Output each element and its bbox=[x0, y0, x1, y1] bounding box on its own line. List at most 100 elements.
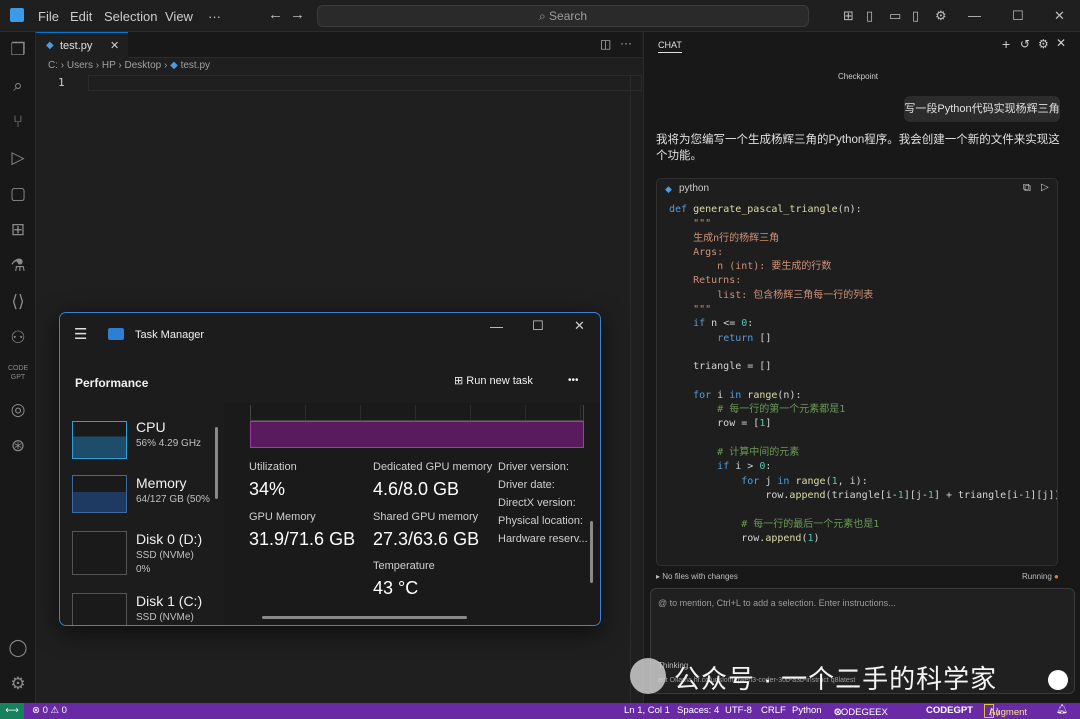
code-line: row.append(1) bbox=[669, 532, 820, 544]
codegpt-status[interactable]: CODEGPT bbox=[926, 705, 973, 716]
breadcrumb-users[interactable]: Users bbox=[67, 60, 93, 71]
code-line: Returns: bbox=[669, 275, 742, 287]
maximize-icon[interactable]: ☐ bbox=[1012, 8, 1024, 24]
disk0-type: SSD (NVMe) bbox=[136, 550, 194, 561]
close-icon[interactable]: ✕ bbox=[1054, 8, 1065, 24]
breadcrumb-desktop[interactable]: Desktop bbox=[125, 60, 162, 71]
chat-close-icon[interactable]: ✕ bbox=[1056, 36, 1066, 50]
tab-close-icon[interactable]: ✕ bbox=[110, 39, 119, 52]
line-endings[interactable]: CRLF bbox=[761, 705, 786, 716]
memory-mini-graph bbox=[72, 475, 127, 513]
wechat-logo-icon bbox=[630, 658, 666, 694]
python-file-icon: ◆ bbox=[170, 60, 178, 71]
encoding[interactable]: UTF-8 bbox=[725, 705, 752, 716]
tm-maximize-icon[interactable]: ☐ bbox=[532, 318, 544, 334]
cursor-position[interactable]: Ln 1, Col 1 bbox=[624, 705, 670, 716]
code-icon[interactable]: ⟨⟩ bbox=[8, 292, 28, 312]
run-debug-icon[interactable]: ▷ bbox=[8, 148, 28, 168]
python-file-icon: ◆ bbox=[665, 184, 672, 194]
tm-close-icon[interactable]: ✕ bbox=[574, 318, 585, 334]
layout-icon[interactable]: ⊞ bbox=[843, 8, 854, 24]
explorer-icon[interactable]: ❐ bbox=[8, 40, 28, 60]
menu-more[interactable]: ··· bbox=[208, 9, 221, 24]
search-icon: ⌕ bbox=[538, 9, 550, 23]
code-line: return [] bbox=[717, 332, 772, 344]
testing-icon[interactable]: ⚗ bbox=[8, 256, 28, 276]
language-mode[interactable]: Python bbox=[792, 705, 822, 716]
chat-settings-icon[interactable]: ⚙ bbox=[1038, 37, 1049, 51]
files-status: ▸ No files with changes bbox=[656, 572, 738, 581]
code-language: python bbox=[679, 183, 710, 194]
checkpoint-label[interactable]: Checkpoint bbox=[838, 72, 878, 81]
code-line: # 每一行的最后一个元素也是1 bbox=[669, 518, 880, 530]
code-line: row.append(triangle[i-1][j-1] + triangle… bbox=[669, 489, 1058, 501]
sidebar-item-memory[interactable]: Memory 64/127 GB (50%) bbox=[60, 463, 210, 513]
editor-scrollbar[interactable] bbox=[630, 76, 642, 703]
files-status-text: No files with changes bbox=[662, 572, 738, 581]
toggle-panel-icon[interactable]: ▭ bbox=[889, 8, 901, 24]
sidebar-scrollbar[interactable] bbox=[215, 427, 218, 499]
add-task-icon: ⊞ bbox=[454, 375, 467, 387]
disk0-mini-graph bbox=[72, 531, 127, 575]
notifications-icon[interactable]: 🔔︎ bbox=[1056, 704, 1068, 715]
copy-icon[interactable]: ⧉ bbox=[1023, 182, 1031, 195]
breadcrumb-drive[interactable]: C: bbox=[48, 60, 58, 71]
history-icon[interactable]: ↺ bbox=[1020, 37, 1030, 51]
code-line: if i > 0: bbox=[717, 461, 772, 473]
run-new-task-button[interactable]: ⊞ Run new task bbox=[454, 374, 533, 387]
codegpt-icon[interactable]: CODE GPT bbox=[8, 364, 28, 384]
more-actions-icon[interactable]: ··· bbox=[620, 36, 632, 50]
sidebar-item-disk-1[interactable]: Disk 1 (C:) SSD (NVMe) bbox=[60, 583, 210, 625]
task-manager-header: ☰ Task Manager — ☐ ✕ Performance ⊞ Run n… bbox=[60, 313, 600, 403]
code-line: if n <= 0: bbox=[693, 318, 754, 330]
menu-selection[interactable]: Selection bbox=[104, 9, 157, 24]
minimize-icon[interactable]: — bbox=[968, 8, 981, 23]
codegeex-icon[interactable]: ◎ bbox=[8, 400, 28, 420]
gpu-graph-grid bbox=[250, 405, 584, 421]
running-text: Running bbox=[1022, 572, 1052, 581]
hamburger-menu-icon[interactable]: ☰ bbox=[74, 325, 87, 343]
more-options-icon[interactable]: ••• bbox=[568, 375, 579, 386]
temperature-value: 43 °C bbox=[373, 578, 419, 598]
details-vertical-scrollbar[interactable] bbox=[590, 521, 593, 583]
copilot-icon[interactable]: ⚇ bbox=[8, 328, 28, 348]
sidebar-item-disk-0[interactable]: Disk 0 (D:) SSD (NVMe) 0% bbox=[60, 521, 210, 577]
tab-label: test.py bbox=[60, 40, 93, 52]
back-arrow-icon[interactable]: ← bbox=[268, 6, 283, 23]
chat-tab[interactable]: CHAT bbox=[658, 40, 682, 53]
code-editor-line[interactable] bbox=[88, 75, 642, 91]
forward-arrow-icon[interactable]: → bbox=[290, 6, 305, 23]
git-graph-icon[interactable]: ⊛ bbox=[8, 436, 28, 456]
extensions-icon[interactable]: ⊞ bbox=[8, 220, 28, 240]
tm-minimize-icon[interactable]: — bbox=[490, 319, 503, 334]
breadcrumb-hp[interactable]: HP bbox=[102, 60, 116, 71]
toggle-sidebar-icon[interactable]: ▯ bbox=[866, 8, 873, 24]
code-line: Args: bbox=[669, 246, 724, 258]
source-control-icon[interactable]: ⑂ bbox=[8, 112, 28, 132]
menu-view[interactable]: View bbox=[165, 9, 193, 24]
run-code-icon[interactable]: ▷ bbox=[1041, 182, 1049, 193]
physical-location-label: Physical location: bbox=[498, 515, 583, 527]
task-manager-logo-icon bbox=[108, 328, 124, 340]
menu-file[interactable]: File bbox=[38, 9, 59, 24]
new-chat-icon[interactable]: + bbox=[1002, 36, 1010, 52]
remote-explorer-icon[interactable]: ▢ bbox=[8, 184, 28, 204]
gpu-details: Utilization 34% Dedicated GPU memory 4.6… bbox=[224, 403, 600, 625]
toggle-secondary-sidebar-icon[interactable]: ▯ bbox=[912, 8, 919, 24]
menu-edit[interactable]: Edit bbox=[70, 9, 92, 24]
manage-gear-icon[interactable]: ⚙ bbox=[8, 674, 28, 694]
tab-test-py[interactable]: ◆ test.py ✕ bbox=[36, 32, 128, 58]
remote-indicator-icon[interactable]: ⟷ bbox=[0, 703, 24, 719]
account-icon[interactable]: ◯ bbox=[8, 638, 28, 658]
problems-indicator[interactable]: ⊗ 0 ⚠ 0 bbox=[32, 705, 67, 716]
augment-status[interactable]: ⟨·⟩ Augment bbox=[984, 704, 1027, 718]
indentation[interactable]: Spaces: 4 bbox=[677, 705, 719, 716]
search-icon[interactable]: ⌕ bbox=[8, 76, 28, 96]
breadcrumb-file[interactable]: test.py bbox=[181, 60, 210, 71]
split-editor-icon[interactable]: ◫ bbox=[600, 37, 611, 51]
code-line: """ bbox=[669, 304, 712, 316]
details-horizontal-scrollbar[interactable] bbox=[262, 616, 467, 619]
search-input[interactable]: ⌕ Search bbox=[317, 5, 809, 27]
code-block: ◆ python ⧉ ▷ def generate_pascal_triangl… bbox=[656, 178, 1058, 566]
gear-icon[interactable]: ⚙ bbox=[935, 8, 947, 24]
